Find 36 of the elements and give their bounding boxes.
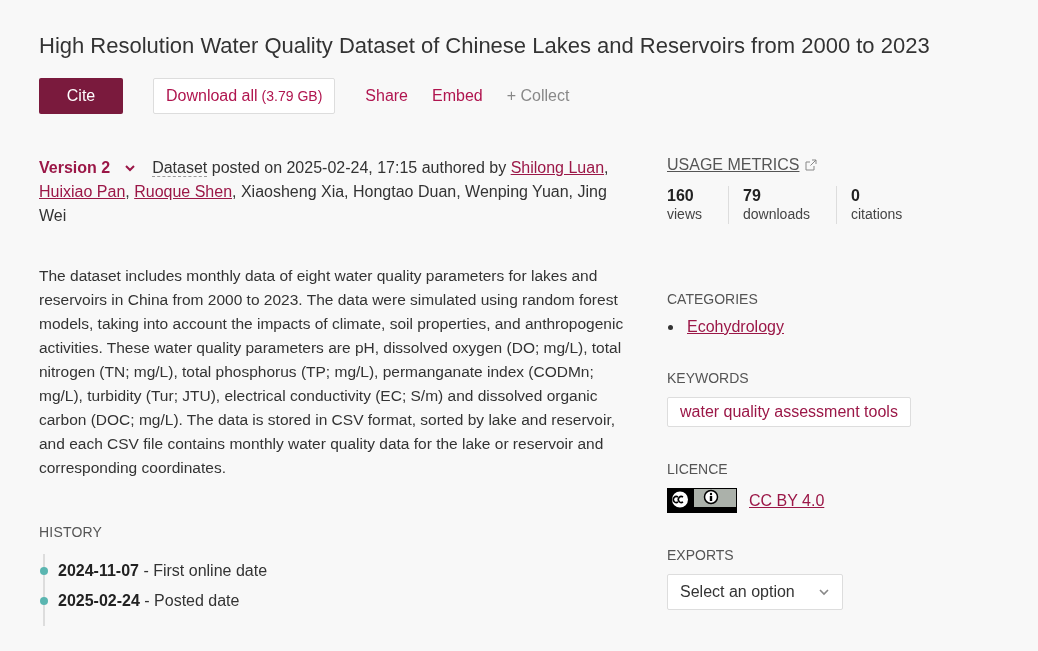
section-heading: EXPORTS [667, 546, 735, 564]
byline-text: Version 2 Dataset posted on 2025-02-24, 17:15 authored by Shilong Luan, Huixiao Pan, Ruoque Shen, Xiaosheng Xia, Hongtao Duan, Wenping Yuan, Jing Wei [39, 154, 629, 228]
action-link[interactable]: Share [353, 78, 420, 114]
keyword-tag[interactable]: water quality assessment tools [667, 397, 911, 427]
version-selector[interactable]: Version 2 [39, 156, 137, 180]
history-entry: 2024-11-07 - First online date [58, 561, 268, 581]
metric-value: 160 [667, 186, 695, 205]
category-link[interactable]: Ecohydrology [687, 318, 784, 336]
metric-label: views [667, 205, 702, 224]
usage-metrics-link[interactable]: USAGE METRICS [667, 156, 818, 174]
timeline-dot-icon [40, 597, 48, 605]
download-button[interactable]: Download all (3.79 GB) [153, 78, 336, 114]
external-link-icon [805, 159, 818, 171]
cite-button[interactable]: Cite [39, 78, 123, 114]
author-link[interactable]: Shilong Luan [510, 159, 605, 176]
history-entry: 2025-02-24 - Posted date [58, 591, 240, 611]
timeline-dot-icon [40, 567, 48, 575]
dataset-title: High Resolution Water Quality Dataset of Chinese Lakes and Reservoirs from 2000 to 2023 [39, 32, 931, 60]
metric-label: citations [850, 205, 903, 224]
export-select[interactable]: Select an option [667, 574, 843, 610]
metric-label: downloads [743, 205, 810, 224]
metric-value: 79 [743, 186, 762, 205]
licence-link[interactable]: CC BY 4.0 [749, 491, 825, 510]
description-text: The dataset includes monthly data of eight water quality parameters for lakes and reservoirs in China from 2000 to 2023. The data were simulated using random forest models, taking into account the impacts of climate, soil properties, and anthropogenic activities. These water quality parameters are pH, dissolved oxygen (DO; mg/L), total nitrogen (TN; mg/L), total phosphorus (TP; mg/L), permanganate index (CODMn; mg/L), turbidity (Tur; JTU), electrical conductivity (EC; S/m) and dissolved organic carbon (DOC; mg/L). The data is stored in CSV format, sorted by lake and reservoir, and each CSV file contains monthly water quality data for the lake or reservoir and corresponding coordinates. [39, 266, 625, 478]
section-heading: HISTORY [39, 523, 104, 542]
author-link[interactable]: Huixiao Pan [39, 183, 126, 200]
section-heading: LICENCE [667, 460, 729, 478]
section-heading: KEYWORDS [667, 369, 750, 387]
metric-value: 0 [850, 186, 861, 205]
section-heading: CATEGORIES [667, 290, 759, 308]
cc-by-badge-icon [667, 488, 737, 513]
chevron-down-icon [124, 164, 137, 172]
action-link[interactable]: Embed [420, 78, 495, 114]
author-link[interactable]: Ruoque Shen [134, 183, 233, 200]
chevron-down-icon [818, 588, 830, 596]
bullet-icon [668, 324, 673, 330]
